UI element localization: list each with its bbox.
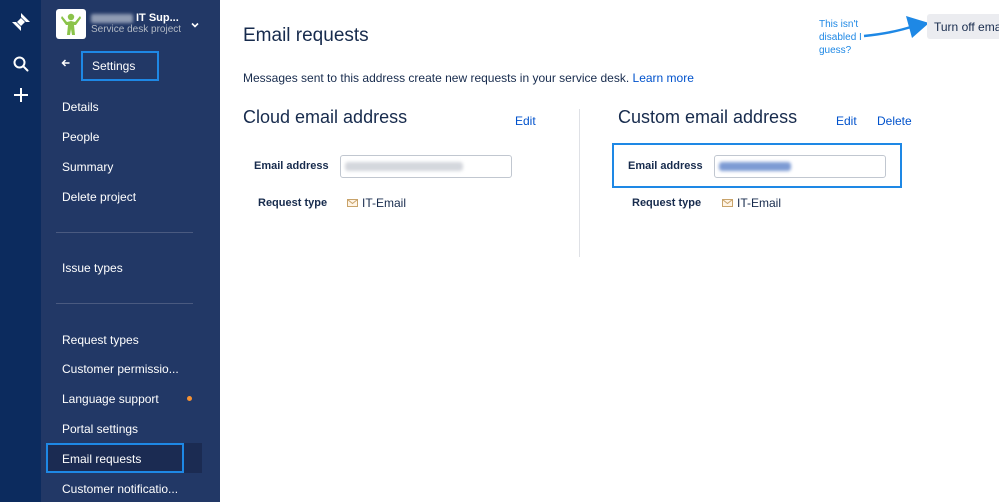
global-nav (0, 0, 41, 502)
project-type: Service desk project (91, 24, 182, 35)
cloud-request-type-label: Request type (258, 197, 328, 209)
main-content: Email requests Messages sent to this add… (220, 0, 999, 502)
sidebar-item-request-types[interactable]: Request types (62, 333, 139, 347)
settings-back-link[interactable]: Settings (81, 51, 159, 81)
sidebar-divider (56, 232, 193, 233)
arrow-left-icon (61, 59, 70, 67)
cloud-request-type-text: IT-Email (362, 196, 407, 210)
custom-request-type-text: IT-Email (737, 196, 782, 210)
custom-request-type-label: Request type (632, 197, 702, 209)
project-sidebar: IT Sup... Service desk project Settings … (41, 0, 220, 502)
cloud-edit-link[interactable]: Edit (515, 114, 536, 128)
cloud-email-title: Cloud email address (243, 107, 408, 127)
plus-icon[interactable] (0, 87, 41, 103)
sidebar-item-details[interactable]: Details (62, 100, 99, 114)
envelope-icon (347, 199, 358, 207)
sidebar-item-customer-permissions[interactable]: Customer permissio... (62, 362, 179, 376)
section-divider (579, 109, 580, 257)
jira-logo-icon[interactable] (0, 12, 41, 32)
sidebar-item-delete-project[interactable]: Delete project (62, 190, 136, 204)
project-name-redacted (91, 14, 133, 23)
annotation-arrow-icon (863, 16, 929, 38)
project-name: IT Sup... (136, 12, 179, 24)
sidebar-item-language-support[interactable]: Language support (62, 392, 159, 406)
sidebar-item-issue-types[interactable]: Issue types (62, 261, 123, 275)
custom-email-label: Email address (628, 160, 703, 172)
sidebar-item-portal-settings[interactable]: Portal settings (62, 422, 138, 436)
custom-request-type-value[interactable]: IT-Email (722, 196, 781, 210)
custom-email-field[interactable] (714, 155, 886, 178)
search-icon[interactable] (0, 56, 41, 72)
project-avatar-icon (58, 11, 84, 37)
cloud-email-field[interactable] (340, 155, 512, 178)
page-title: Email requests (243, 25, 369, 46)
sidebar-item-summary[interactable]: Summary (62, 160, 113, 174)
settings-label: Settings (92, 59, 136, 73)
custom-email-title: Custom email address (618, 107, 798, 127)
project-avatar[interactable] (56, 9, 86, 39)
chevron-down-icon[interactable] (190, 17, 200, 35)
sidebar-item-customer-notifications[interactable]: Customer notificatio... (62, 482, 178, 496)
intro-message: Messages sent to this address create new… (243, 71, 630, 85)
sidebar-item-people[interactable]: People (62, 130, 99, 144)
back-button[interactable] (61, 58, 71, 68)
turn-off-email-button[interactable]: Turn off email (927, 14, 999, 39)
sidebar-divider (56, 303, 193, 304)
custom-edit-link[interactable]: Edit (836, 114, 857, 128)
intro-text: Messages sent to this address create new… (243, 71, 694, 85)
learn-more-link[interactable]: Learn more (633, 71, 694, 85)
redacted-email (345, 162, 463, 171)
highlight-box (46, 443, 184, 473)
envelope-icon (722, 199, 733, 207)
redacted-email (719, 162, 791, 171)
cloud-email-label: Email address (254, 160, 329, 172)
custom-delete-link[interactable]: Delete (877, 114, 912, 128)
new-feature-dot (187, 396, 192, 401)
cloud-request-type-value[interactable]: IT-Email (347, 196, 406, 210)
